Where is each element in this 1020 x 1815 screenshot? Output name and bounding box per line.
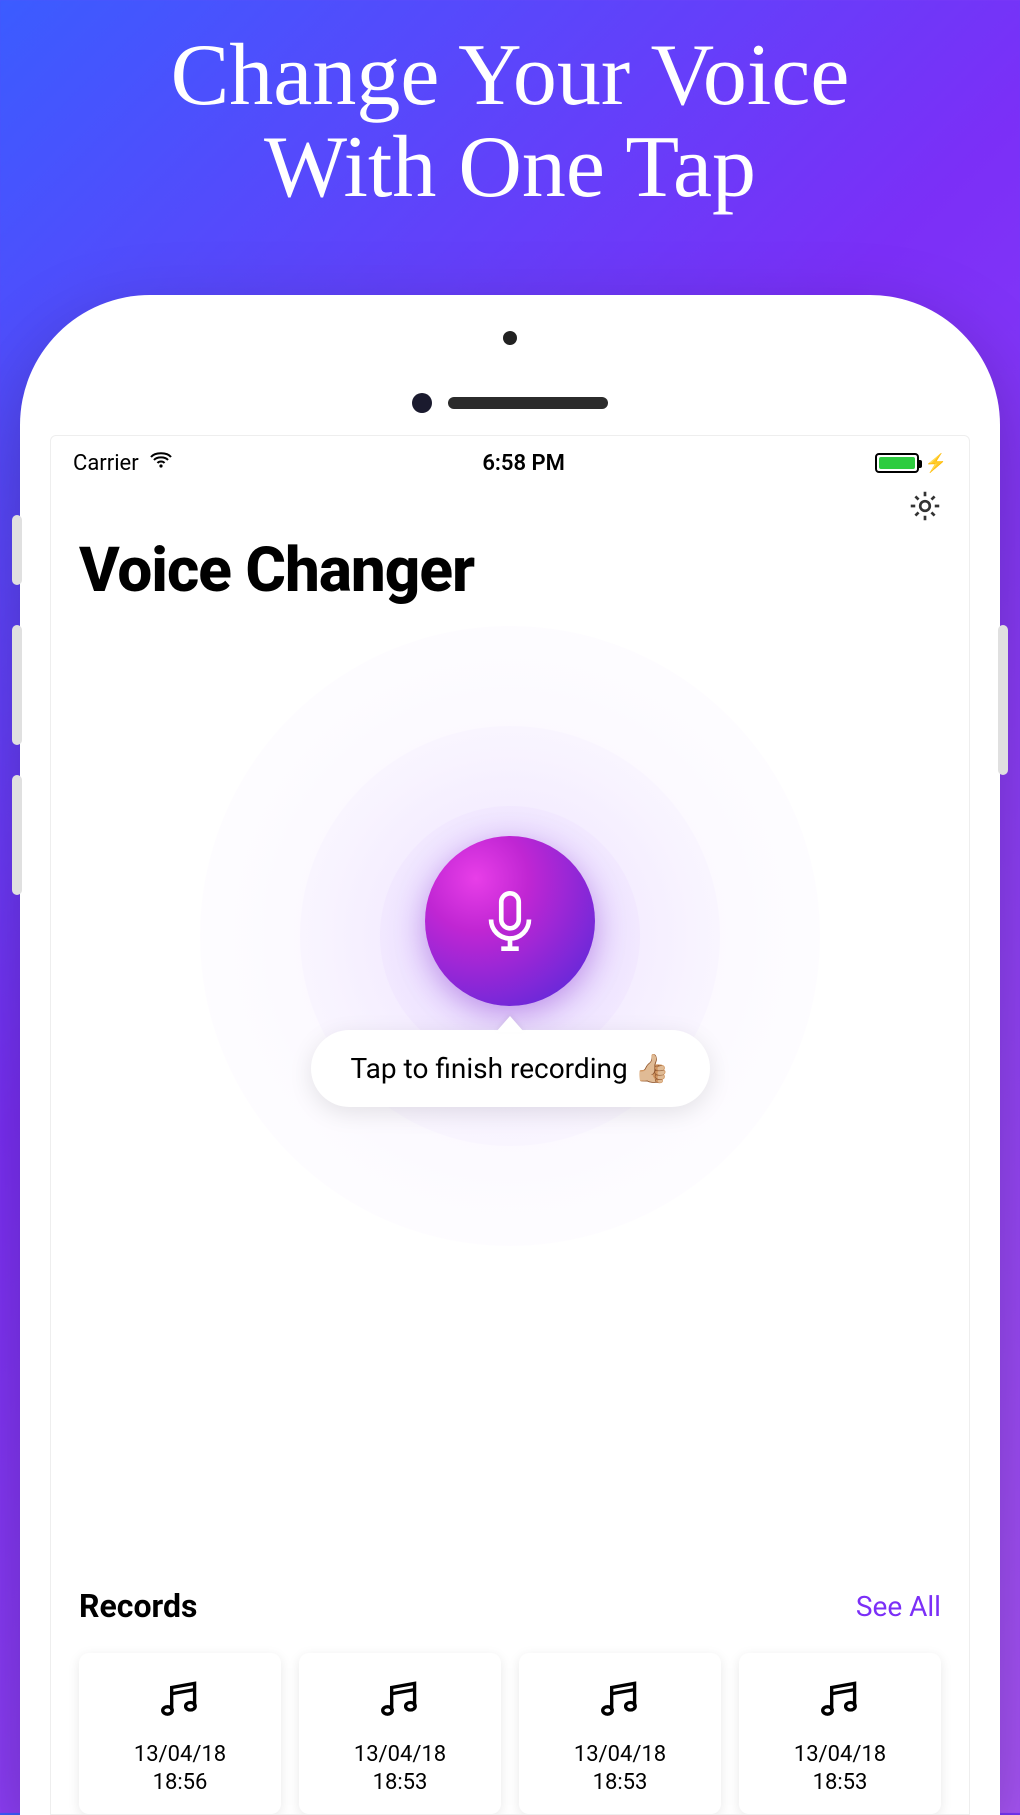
microphone-icon	[475, 886, 545, 956]
phone-frame: Carrier 6:58 PM ⚡	[20, 295, 1000, 1815]
record-area: Tap to finish recording 👍🏼	[51, 836, 969, 1107]
record-item[interactable]: 13/04/18 18:53	[519, 1653, 721, 1814]
phone-camera-dot	[503, 331, 517, 345]
promo-line2: With One Tap	[0, 122, 1020, 214]
tooltip-text: Tap to finish recording 👍🏼	[351, 1052, 670, 1085]
page-title: Voice Changer	[51, 528, 969, 607]
record-timestamp: 13/04/18 18:53	[354, 1741, 446, 1796]
status-bar: Carrier 6:58 PM ⚡	[51, 436, 969, 478]
wifi-icon	[149, 448, 173, 478]
music-note-icon	[375, 1675, 425, 1729]
record-timestamp: 13/04/18 18:56	[134, 1741, 226, 1796]
record-item[interactable]: 13/04/18 18:56	[79, 1653, 281, 1814]
records-title: Records	[79, 1587, 197, 1625]
phone-side-button	[12, 625, 22, 745]
records-list: 13/04/18 18:56	[79, 1653, 941, 1814]
record-item[interactable]: 13/04/18 18:53	[299, 1653, 501, 1814]
phone-top-bar	[50, 325, 970, 435]
promo-headline: Change Your Voice With One Tap	[0, 0, 1020, 215]
charging-icon: ⚡	[925, 453, 947, 474]
promo-line1: Change Your Voice	[0, 30, 1020, 122]
music-note-icon	[815, 1675, 865, 1729]
status-time: 6:58 PM	[482, 451, 565, 476]
phone-side-button	[998, 625, 1008, 775]
record-timestamp: 13/04/18 18:53	[574, 1741, 666, 1796]
record-tooltip: Tap to finish recording 👍🏼	[311, 1030, 710, 1107]
music-note-icon	[155, 1675, 205, 1729]
record-item[interactable]: 13/04/18 18:53	[739, 1653, 941, 1814]
settings-button[interactable]	[907, 488, 943, 528]
record-timestamp: 13/04/18 18:53	[794, 1741, 886, 1796]
phone-sensor-dot	[412, 393, 432, 413]
phone-screen: Carrier 6:58 PM ⚡	[50, 435, 970, 1815]
record-button[interactable]	[425, 836, 595, 1006]
phone-side-button	[12, 515, 22, 585]
records-section: Records See All	[51, 1587, 969, 1814]
phone-side-button	[12, 775, 22, 895]
music-note-icon	[595, 1675, 645, 1729]
see-all-link[interactable]: See All	[856, 1590, 941, 1623]
carrier-label: Carrier	[73, 451, 139, 476]
phone-speaker-slot	[448, 397, 608, 409]
battery-icon	[875, 453, 919, 473]
